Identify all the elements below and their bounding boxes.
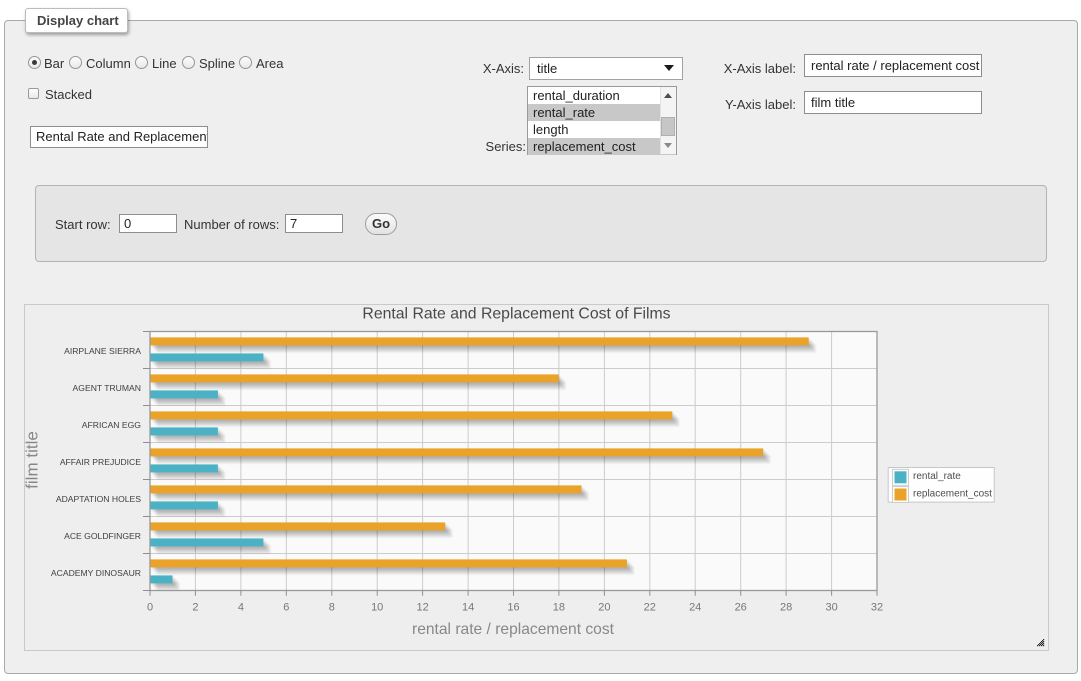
svg-text:Rental Rate and Replacement Co: Rental Rate and Replacement Cost of Film… (362, 306, 670, 323)
svg-text:replacement_cost: replacement_cost (913, 488, 992, 499)
svg-text:14: 14 (462, 601, 474, 613)
svg-text:2: 2 (192, 601, 198, 613)
svg-text:AGENT TRUMAN: AGENT TRUMAN (73, 383, 141, 393)
svg-text:8: 8 (329, 601, 335, 613)
svg-text:4: 4 (238, 601, 244, 613)
svg-text:10: 10 (371, 601, 383, 613)
svg-text:ADAPTATION HOLES: ADAPTATION HOLES (56, 494, 141, 504)
svg-text:0: 0 (147, 601, 153, 613)
svg-text:film title: film title (24, 431, 42, 489)
svg-text:rental_rate: rental_rate (913, 471, 961, 482)
svg-text:AFFAIR PREJUDICE: AFFAIR PREJUDICE (60, 457, 141, 467)
svg-text:rental rate / replacement cost: rental rate / replacement cost (412, 621, 615, 638)
svg-text:ACE GOLDFINGER: ACE GOLDFINGER (64, 531, 141, 541)
svg-text:32: 32 (871, 601, 883, 613)
svg-text:22: 22 (644, 601, 656, 613)
svg-text:AIRPLANE SIERRA: AIRPLANE SIERRA (64, 346, 141, 356)
svg-text:18: 18 (553, 601, 565, 613)
svg-text:28: 28 (780, 601, 792, 613)
svg-text:ACADEMY DINOSAUR: ACADEMY DINOSAUR (51, 568, 141, 578)
svg-text:16: 16 (507, 601, 519, 613)
svg-text:AFRICAN EGG: AFRICAN EGG (82, 420, 142, 430)
svg-text:20: 20 (598, 601, 610, 613)
svg-text:26: 26 (735, 601, 747, 613)
svg-text:30: 30 (825, 601, 837, 613)
svg-text:12: 12 (416, 601, 428, 613)
svg-text:24: 24 (689, 601, 701, 613)
svg-text:6: 6 (283, 601, 289, 613)
